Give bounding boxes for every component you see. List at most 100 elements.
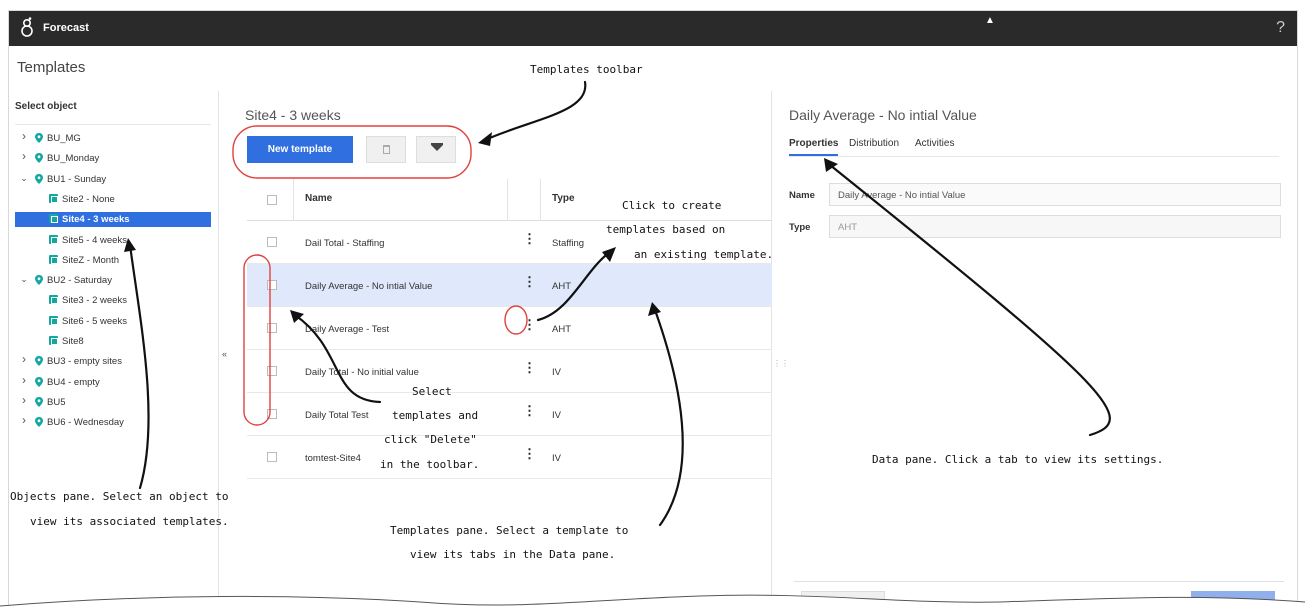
location-pin-icon bbox=[35, 376, 43, 387]
top-bar: Forecast ▲ ? bbox=[9, 11, 1297, 46]
template-type: AHT bbox=[552, 324, 571, 335]
collapse-pane-icon[interactable]: « bbox=[222, 349, 227, 359]
tree-item[interactable]: Site8 bbox=[15, 334, 211, 349]
tree-item-label: BU6 - Wednesday bbox=[47, 417, 124, 429]
filter-button[interactable] bbox=[416, 136, 456, 163]
tree-item-label: Site6 - 5 weeks bbox=[62, 315, 127, 327]
chevron-down-icon[interactable]: ⌄ bbox=[19, 173, 29, 184]
tree-item-label: BU_MG bbox=[47, 133, 81, 144]
tree-item-label: BU5 bbox=[47, 396, 66, 408]
tree-item-label: Site2 - None bbox=[62, 193, 115, 205]
tab-distribution[interactable]: Distribution bbox=[849, 138, 899, 149]
app-name: Forecast bbox=[43, 22, 89, 34]
tab-activities[interactable]: Activities bbox=[915, 138, 954, 149]
tree-item[interactable]: Site2 - None bbox=[15, 192, 211, 207]
table-row[interactable]: tomtest-Site4 ⋮ IV bbox=[247, 436, 772, 479]
column-separator bbox=[293, 179, 294, 221]
tree-item-label: Site4 - 3 weeks bbox=[62, 214, 130, 226]
column-header-name[interactable]: Name bbox=[305, 193, 332, 204]
location-pin-icon bbox=[35, 153, 43, 164]
delete-button[interactable] bbox=[366, 136, 406, 163]
column-separator bbox=[540, 179, 541, 221]
template-type: IV bbox=[552, 410, 561, 421]
tree-item-label: BU3 - empty sites bbox=[47, 356, 122, 368]
table-row[interactable]: Daily Total Test ⋮ IV bbox=[247, 393, 772, 436]
row-checkbox[interactable] bbox=[267, 237, 277, 247]
template-name: tomtest-Site4 bbox=[305, 453, 361, 464]
annotation-templates-line2: view its tabs in the Data pane. bbox=[410, 548, 616, 561]
tree-item[interactable]: › BU_Monday bbox=[15, 149, 211, 166]
more-actions-icon[interactable]: ⋮ bbox=[523, 232, 536, 245]
chevron-right-icon[interactable]: › bbox=[19, 373, 29, 387]
annotation-data-pane: Data pane. Click a tab to view its setti… bbox=[872, 453, 1164, 466]
annotation-toolbar: Templates toolbar bbox=[530, 63, 643, 76]
page-title: Templates bbox=[17, 59, 86, 76]
row-checkbox[interactable] bbox=[267, 366, 277, 376]
row-checkbox[interactable] bbox=[267, 323, 277, 333]
site-icon bbox=[49, 254, 58, 264]
row-checkbox[interactable] bbox=[267, 452, 277, 462]
tree-item-label: BU2 - Saturday bbox=[47, 275, 112, 287]
more-actions-icon[interactable]: ⋮ bbox=[523, 361, 536, 374]
tree-item[interactable]: › BU3 - empty sites bbox=[15, 352, 211, 369]
template-type: IV bbox=[552, 367, 561, 378]
tree-item[interactable]: › BU4 - empty bbox=[15, 373, 211, 390]
chevron-right-icon[interactable]: › bbox=[19, 413, 29, 427]
chevron-right-icon[interactable]: › bbox=[19, 149, 29, 163]
site-icon bbox=[49, 295, 58, 305]
more-actions-icon[interactable]: ⋮ bbox=[523, 318, 536, 331]
data-pane: Daily Average - No intial Value Properti… bbox=[779, 91, 1297, 609]
row-checkbox[interactable] bbox=[267, 409, 277, 419]
tree-item[interactable]: Site6 - 5 weeks bbox=[15, 314, 211, 329]
location-pin-icon bbox=[35, 173, 43, 184]
site-icon bbox=[49, 193, 58, 203]
annotation-objects-line1: Objects pane. Select an object to bbox=[10, 490, 229, 503]
chevron-right-icon[interactable]: › bbox=[19, 352, 29, 366]
tree-item[interactable]: Site4 - 3 weeks bbox=[15, 212, 211, 228]
chevron-right-icon[interactable]: › bbox=[19, 129, 29, 143]
more-actions-icon[interactable]: ⋮ bbox=[523, 447, 536, 460]
table-row[interactable]: Daily Average - No intial Value ⋮ AHT bbox=[247, 264, 772, 307]
tree-item[interactable]: › BU6 - Wednesday bbox=[15, 413, 211, 430]
table-row[interactable]: Daily Total - No initial value ⋮ IV bbox=[247, 350, 772, 393]
tab-properties[interactable]: Properties bbox=[789, 138, 838, 149]
column-header-type[interactable]: Type bbox=[552, 193, 575, 204]
help-icon[interactable]: ? bbox=[1276, 19, 1285, 37]
annotation-delete-line1: Select bbox=[412, 385, 452, 398]
table-row[interactable]: Daily Average - Test ⋮ AHT bbox=[247, 307, 772, 350]
column-separator bbox=[507, 179, 508, 221]
chevron-down-icon[interactable]: ⌄ bbox=[19, 274, 29, 285]
annotation-delete-line3: click "Delete" bbox=[384, 433, 477, 446]
location-pin-icon bbox=[35, 417, 43, 428]
tree-item[interactable]: SiteZ - Month bbox=[15, 253, 211, 268]
template-type: AHT bbox=[552, 281, 571, 292]
torn-edge bbox=[0, 594, 1305, 615]
tree-item[interactable]: Site5 - 4 weeks bbox=[15, 233, 211, 248]
annotation-create-line1: Click to create bbox=[622, 199, 722, 212]
tree-item-label: BU1 - Sunday bbox=[47, 173, 107, 185]
app-logo-icon bbox=[21, 17, 33, 37]
tree-item[interactable]: › BU_MG bbox=[15, 129, 211, 146]
tree-item[interactable]: ⌄ BU1 - Sunday bbox=[15, 172, 211, 187]
filter-icon bbox=[431, 145, 443, 151]
objects-pane: Select object › BU_MG › BU_Monday ⌄ BU1 - Sun… bbox=[9, 91, 219, 609]
type-field: AHT bbox=[829, 215, 1281, 238]
select-all-checkbox[interactable] bbox=[267, 195, 277, 205]
site-icon bbox=[49, 315, 58, 325]
templates-pane-title: Site4 - 3 weeks bbox=[245, 107, 341, 123]
template-name: Daily Average - Test bbox=[305, 324, 390, 335]
tree-item-label: BU4 - empty bbox=[47, 376, 100, 388]
tree-item-label: Site3 - 2 weeks bbox=[62, 295, 127, 307]
name-field[interactable]: Daily Average - No intial Value bbox=[829, 183, 1281, 206]
tree-item[interactable]: Site3 - 2 weeks bbox=[15, 293, 211, 308]
more-actions-icon[interactable]: ⋮ bbox=[523, 275, 536, 288]
more-actions-icon[interactable]: ⋮ bbox=[523, 404, 536, 417]
tree-item[interactable]: ⌄ BU2 - Saturday bbox=[15, 273, 211, 288]
template-name: Daily Total - No initial value bbox=[305, 367, 419, 378]
chevron-right-icon[interactable]: › bbox=[19, 393, 29, 407]
location-pin-icon bbox=[35, 133, 43, 143]
row-checkbox[interactable] bbox=[267, 280, 277, 290]
divider bbox=[794, 581, 1284, 582]
tree-item[interactable]: › BU5 bbox=[15, 393, 211, 410]
new-template-button[interactable]: New template bbox=[247, 136, 353, 163]
